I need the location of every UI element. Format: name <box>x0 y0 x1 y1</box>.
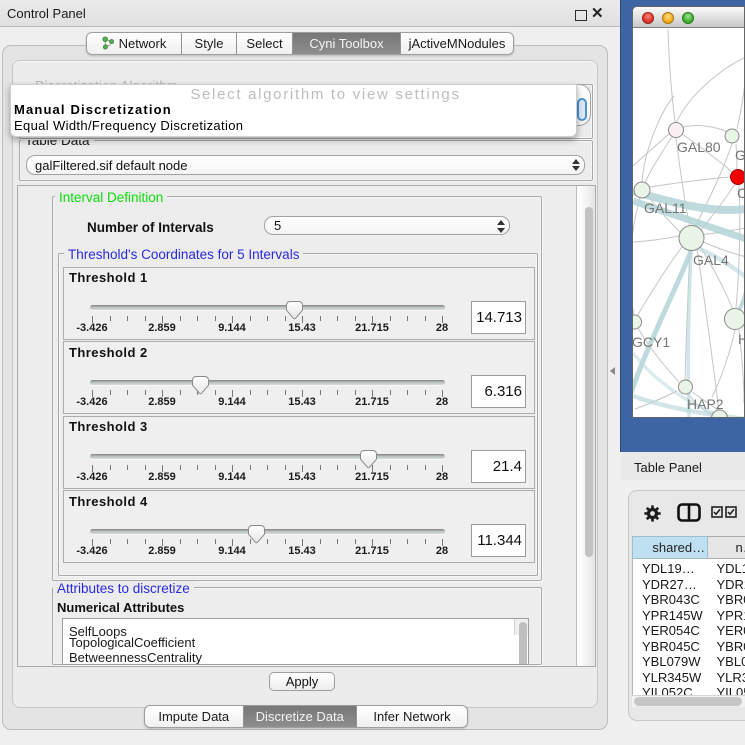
svg-text:HAP2: HAP2 <box>687 396 724 412</box>
svg-text:GAL4: GAL4 <box>693 252 729 268</box>
svg-text:GA: GA <box>735 147 745 163</box>
svg-text:GAL80: GAL80 <box>677 139 721 155</box>
svg-text:GAL11: GAL11 <box>644 200 687 216</box>
svg-text:C: C <box>737 185 745 201</box>
svg-text:H: H <box>738 331 745 347</box>
svg-text:GCY1: GCY1 <box>633 334 670 350</box>
